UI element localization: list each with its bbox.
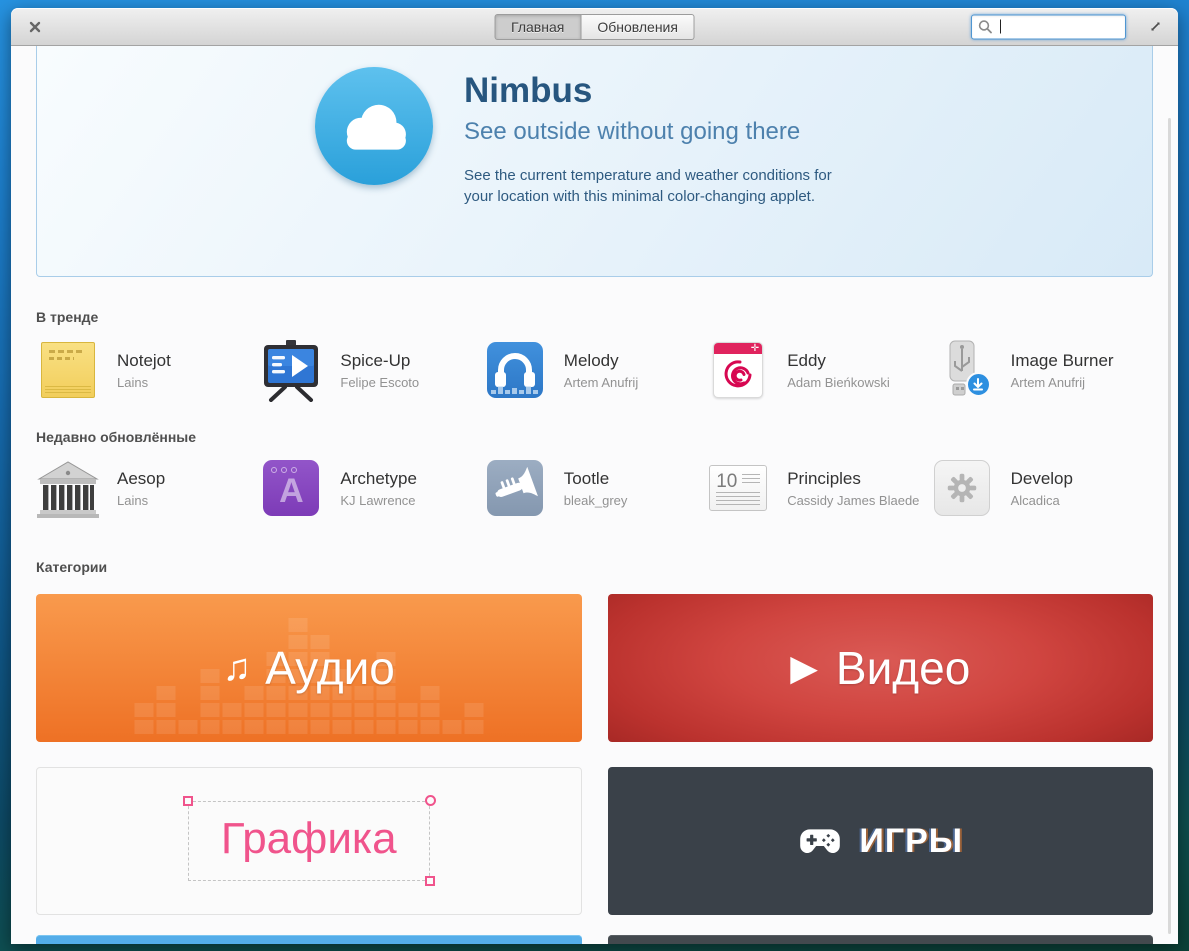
app-author: Lains: [117, 375, 171, 390]
banner-app-name: Nimbus: [464, 71, 864, 111]
close-icon: [29, 21, 41, 33]
principles-icon: 10: [706, 456, 770, 520]
tab-updates[interactable]: Обновления: [581, 14, 695, 40]
app-author: bleak_grey: [564, 493, 628, 508]
spice-up-icon: [259, 338, 323, 402]
app-tile-spice-up[interactable]: Spice-Up Felipe Escoto: [259, 338, 482, 402]
category-label: Аудио: [265, 641, 395, 695]
image-burner-icon: [930, 338, 994, 402]
category-card-audio[interactable]: ♫ Аудио: [36, 594, 582, 742]
selection-box-decoration: Графика: [188, 801, 430, 881]
selection-handle-icon: [425, 795, 436, 806]
app-tile-image-burner[interactable]: Image Burner Artem Anufrij: [930, 338, 1153, 402]
music-note-icon: ♫: [223, 647, 252, 690]
category-label: ИГРЫ: [859, 822, 963, 861]
app-name: Principles: [787, 469, 919, 489]
selection-handle-icon: [425, 876, 435, 886]
titlebar[interactable]: Главная Обновления: [11, 8, 1178, 46]
main-content: Nimbus See outside without going there S…: [11, 46, 1178, 944]
desktop-wallpaper: Главная Обновления: [0, 0, 1189, 951]
section-title-trending: В тренде: [36, 309, 1153, 325]
text-cursor: [1000, 20, 1001, 34]
section-title-categories: Категории: [36, 559, 1153, 575]
scrollbar[interactable]: [1168, 118, 1171, 934]
archetype-icon: A: [259, 456, 323, 520]
app-name: Spice-Up: [340, 351, 419, 371]
app-tile-melody[interactable]: Melody Artem Anufrij: [483, 338, 706, 402]
app-tile-aesop[interactable]: Aesop Lains: [36, 456, 259, 520]
notejot-icon: [36, 338, 100, 402]
app-name: Archetype: [340, 469, 417, 489]
app-author: Artem Anufrij: [564, 375, 638, 390]
download-badge-icon: [966, 372, 991, 397]
play-icon: ▶: [790, 647, 818, 689]
section-title-recent: Недавно обновлённые: [36, 429, 1153, 445]
categories-partial-row: [36, 935, 1153, 944]
develop-icon: [930, 456, 994, 520]
close-button[interactable]: [26, 18, 44, 36]
melody-icon: [483, 338, 547, 402]
app-author: Cassidy James Blaede: [787, 493, 919, 508]
category-card-graphics[interactable]: Графика: [36, 767, 582, 915]
app-tile-tootle[interactable]: Tootle bleak_grey: [483, 456, 706, 520]
app-author: Artem Anufrij: [1011, 375, 1114, 390]
category-label: Графика: [221, 814, 397, 863]
app-name: Melody: [564, 351, 638, 371]
search-box[interactable]: [971, 14, 1126, 39]
app-author: KJ Lawrence: [340, 493, 417, 508]
appcenter-window: Главная Обновления: [11, 8, 1178, 944]
nimbus-cloud-icon: [315, 67, 433, 185]
banner-tagline: See outside without going there: [464, 118, 864, 146]
tootle-icon: [483, 456, 547, 520]
category-card-video[interactable]: ▶ Видео: [608, 594, 1154, 742]
app-tile-principles[interactable]: 10 Principles Cassidy James Blaede: [706, 456, 929, 520]
aesop-icon: [36, 456, 100, 520]
app-author: Alcadica: [1011, 493, 1073, 508]
search-input[interactable]: [992, 19, 1119, 34]
tab-home[interactable]: Главная: [494, 14, 581, 40]
app-name: Eddy: [787, 351, 890, 371]
recent-grid: Aesop Lains A Archetype: [36, 456, 1153, 520]
category-card-partial-left[interactable]: [36, 935, 582, 944]
trending-grid: Notejot Lains: [36, 338, 1153, 402]
app-author: Lains: [117, 493, 165, 508]
category-card-partial-right[interactable]: [608, 935, 1154, 944]
view-switcher: Главная Обновления: [494, 14, 695, 40]
app-tile-archetype[interactable]: A Archetype KJ Lawrence: [259, 456, 482, 520]
maximize-button[interactable]: [1145, 17, 1165, 37]
search-icon: [978, 20, 992, 34]
app-name: Tootle: [564, 469, 628, 489]
app-author: Adam Bieńkowski: [787, 375, 890, 390]
app-author: Felipe Escoto: [340, 375, 419, 390]
app-tile-develop[interactable]: Develop Alcadica: [930, 456, 1153, 520]
category-card-games[interactable]: ИГРЫ: [608, 767, 1154, 915]
app-name: Aesop: [117, 469, 165, 489]
selection-handle-icon: [183, 796, 193, 806]
banner-description: See the current temperature and weather …: [464, 166, 864, 207]
app-name: Notejot: [117, 351, 171, 371]
featured-banner[interactable]: Nimbus See outside without going there S…: [36, 46, 1153, 277]
app-tile-eddy[interactable]: ✛ Eddy Adam Bieńkowski: [706, 338, 929, 402]
eddy-icon: ✛: [706, 338, 770, 402]
categories-grid: ♫ Аудио ▶ Видео Графика: [36, 594, 1153, 915]
app-tile-notejot[interactable]: Notejot Lains: [36, 338, 259, 402]
maximize-icon: [1148, 19, 1163, 34]
app-name: Develop: [1011, 469, 1073, 489]
category-label: Видео: [836, 641, 970, 695]
gamepad-icon: [797, 827, 843, 856]
app-name: Image Burner: [1011, 351, 1114, 371]
